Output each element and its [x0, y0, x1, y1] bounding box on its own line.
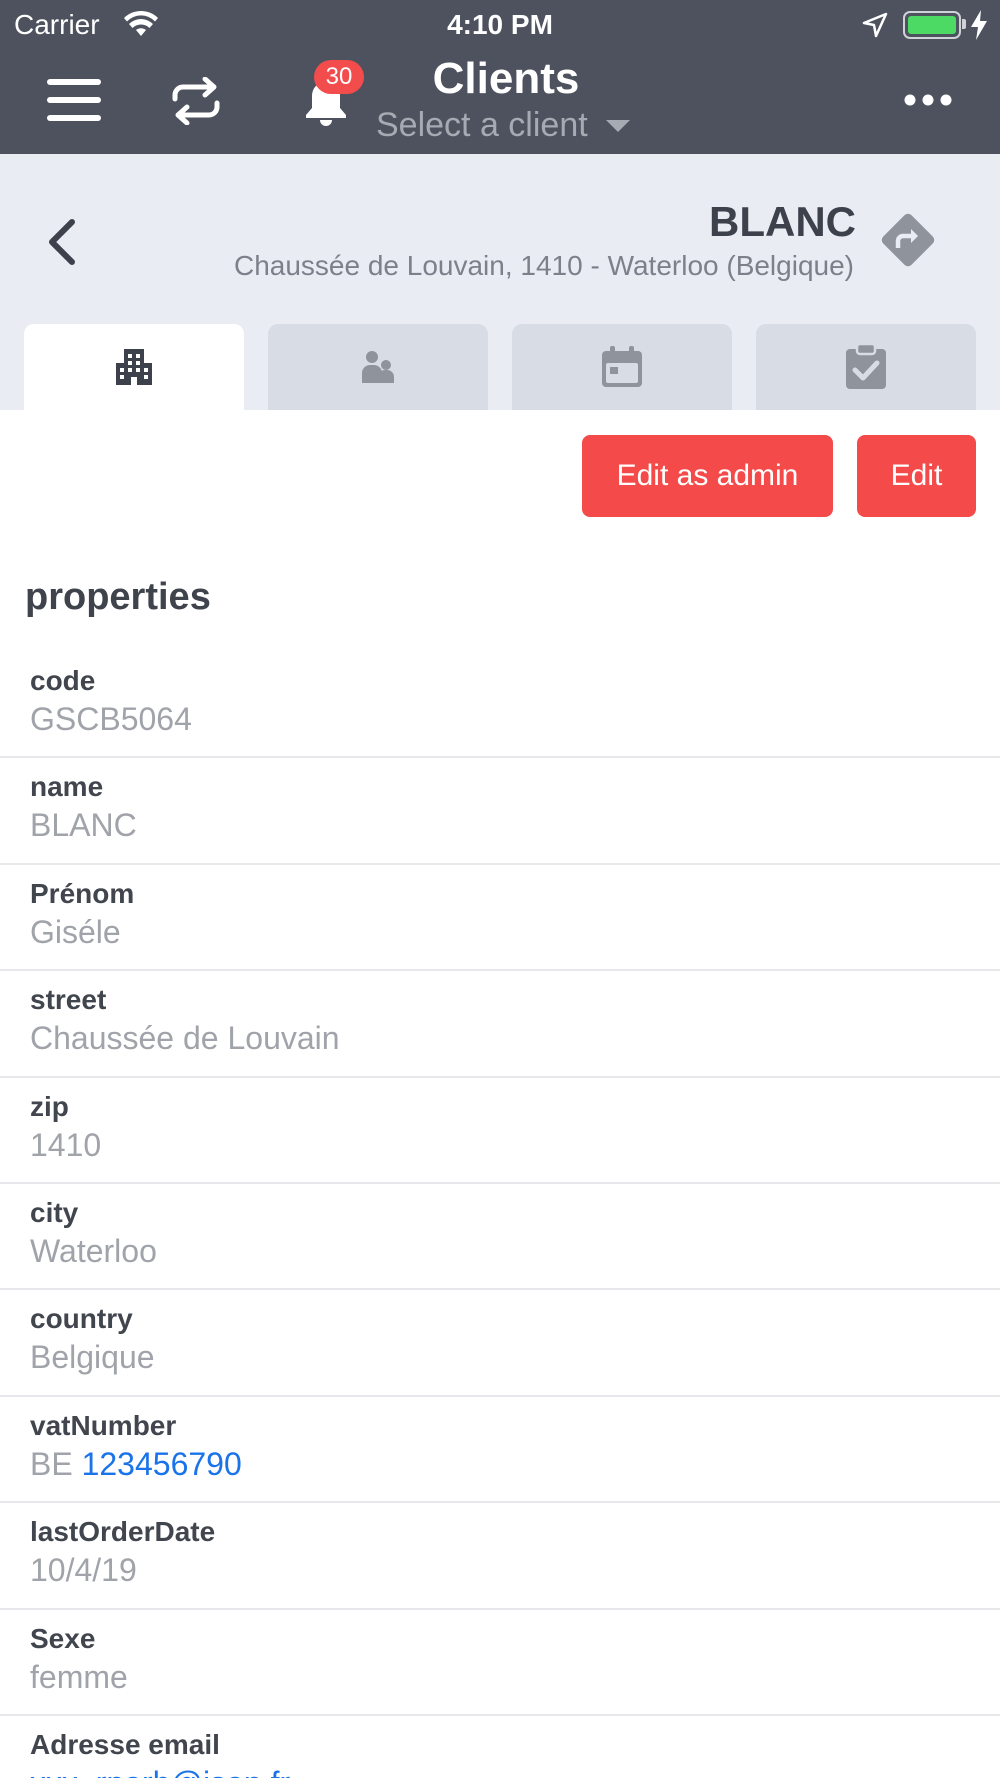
property-label: Sexe	[30, 1622, 96, 1654]
property-value: 1410	[30, 1126, 102, 1163]
edit-as-admin-button[interactable]: Edit as admin	[582, 435, 833, 517]
tab-tasks[interactable]	[756, 324, 976, 410]
property-row-email: Adresse email xxx_rparb@json.fr	[0, 1716, 1000, 1778]
directions-button[interactable]	[876, 208, 940, 272]
property-row-country: country Belgique	[0, 1290, 1000, 1397]
directions-icon	[881, 213, 935, 267]
property-label: country	[30, 1303, 133, 1335]
more-options-button[interactable]	[896, 80, 960, 120]
email-link[interactable]: xxx_rparb@json.fr	[30, 1765, 290, 1778]
chevron-down-icon	[605, 119, 630, 132]
charging-icon	[971, 10, 987, 40]
property-value: BLANC	[30, 807, 137, 844]
vat-prefix: BE	[30, 1445, 82, 1482]
client-selector-label: Select a client	[376, 106, 588, 144]
property-value: BE 123456790	[30, 1445, 970, 1483]
tab-contacts[interactable]	[268, 324, 488, 410]
property-row-prenom: Prénom Giséle	[0, 865, 1000, 972]
client-header: BLANC Chaussée de Louvain, 1410 - Waterl…	[0, 154, 1000, 410]
property-value: Giséle	[30, 913, 121, 950]
property-row-vat-number: vatNumber BE 123456790	[0, 1397, 1000, 1504]
chevron-left-icon	[49, 219, 75, 265]
building-icon	[116, 349, 152, 385]
property-value: Belgique	[30, 1339, 155, 1376]
more-icon	[904, 94, 952, 106]
property-row-sexe: Sexe femme	[0, 1610, 1000, 1716]
property-label: name	[30, 771, 104, 803]
property-value: femme	[30, 1658, 128, 1695]
property-label: code	[30, 665, 96, 696]
page-title: Clients	[432, 54, 580, 103]
tab-calendar[interactable]	[512, 324, 732, 410]
property-label: Adresse email	[30, 1728, 220, 1760]
client-name: BLANC	[709, 198, 856, 245]
battery-icon	[903, 11, 961, 39]
client-address: Chaussée de Louvain, 1410 - Waterloo (Be…	[233, 250, 854, 281]
property-label: street	[30, 984, 107, 1016]
property-row-name: name BLANC	[0, 758, 1000, 865]
property-row-street: street Chaussée de Louvain	[0, 971, 1000, 1078]
battery-tip	[962, 19, 966, 29]
status-bar: Carrier 4:10 PM	[0, 0, 1000, 50]
back-button[interactable]	[40, 210, 84, 274]
property-label: lastOrderDate	[30, 1516, 216, 1548]
property-row-zip: zip 1410	[0, 1078, 1000, 1184]
top-bar: Carrier 4:10 PM 30 Clients Select a clie…	[0, 0, 1000, 154]
clipboard-check-icon	[846, 343, 886, 389]
property-row-code: code GSCB5064	[0, 652, 1000, 759]
edit-button[interactable]: Edit	[857, 435, 976, 517]
section-title: properties	[25, 576, 211, 618]
property-value: xxx_rparb@json.fr	[30, 1764, 970, 1778]
property-value: Chaussée de Louvain	[30, 1020, 340, 1057]
client-selector[interactable]: Select a client	[376, 106, 630, 145]
tab-company[interactable]	[24, 324, 244, 410]
property-label: vatNumber	[30, 1409, 177, 1441]
property-label: city	[30, 1196, 79, 1228]
vat-number-link[interactable]: 123456790	[82, 1446, 242, 1482]
property-row-city: city Waterloo	[0, 1184, 1000, 1291]
properties-list: code GSCB5064 name BLANC Prénom Giséle s…	[0, 652, 1000, 1778]
property-label: zip	[30, 1090, 69, 1122]
property-label: Prénom	[30, 877, 135, 909]
client-tabs	[24, 324, 976, 410]
clock: 4:10 PM	[447, 9, 553, 40]
property-value: 10/4/19	[30, 1552, 137, 1589]
property-value: GSCB5064	[30, 701, 192, 737]
calendar-icon	[602, 346, 642, 387]
property-value: Waterloo	[30, 1232, 157, 1269]
contacts-icon	[362, 351, 394, 383]
location-arrow-icon	[862, 12, 888, 38]
property-row-last-order-date: lastOrderDate 10/4/19	[0, 1503, 1000, 1610]
